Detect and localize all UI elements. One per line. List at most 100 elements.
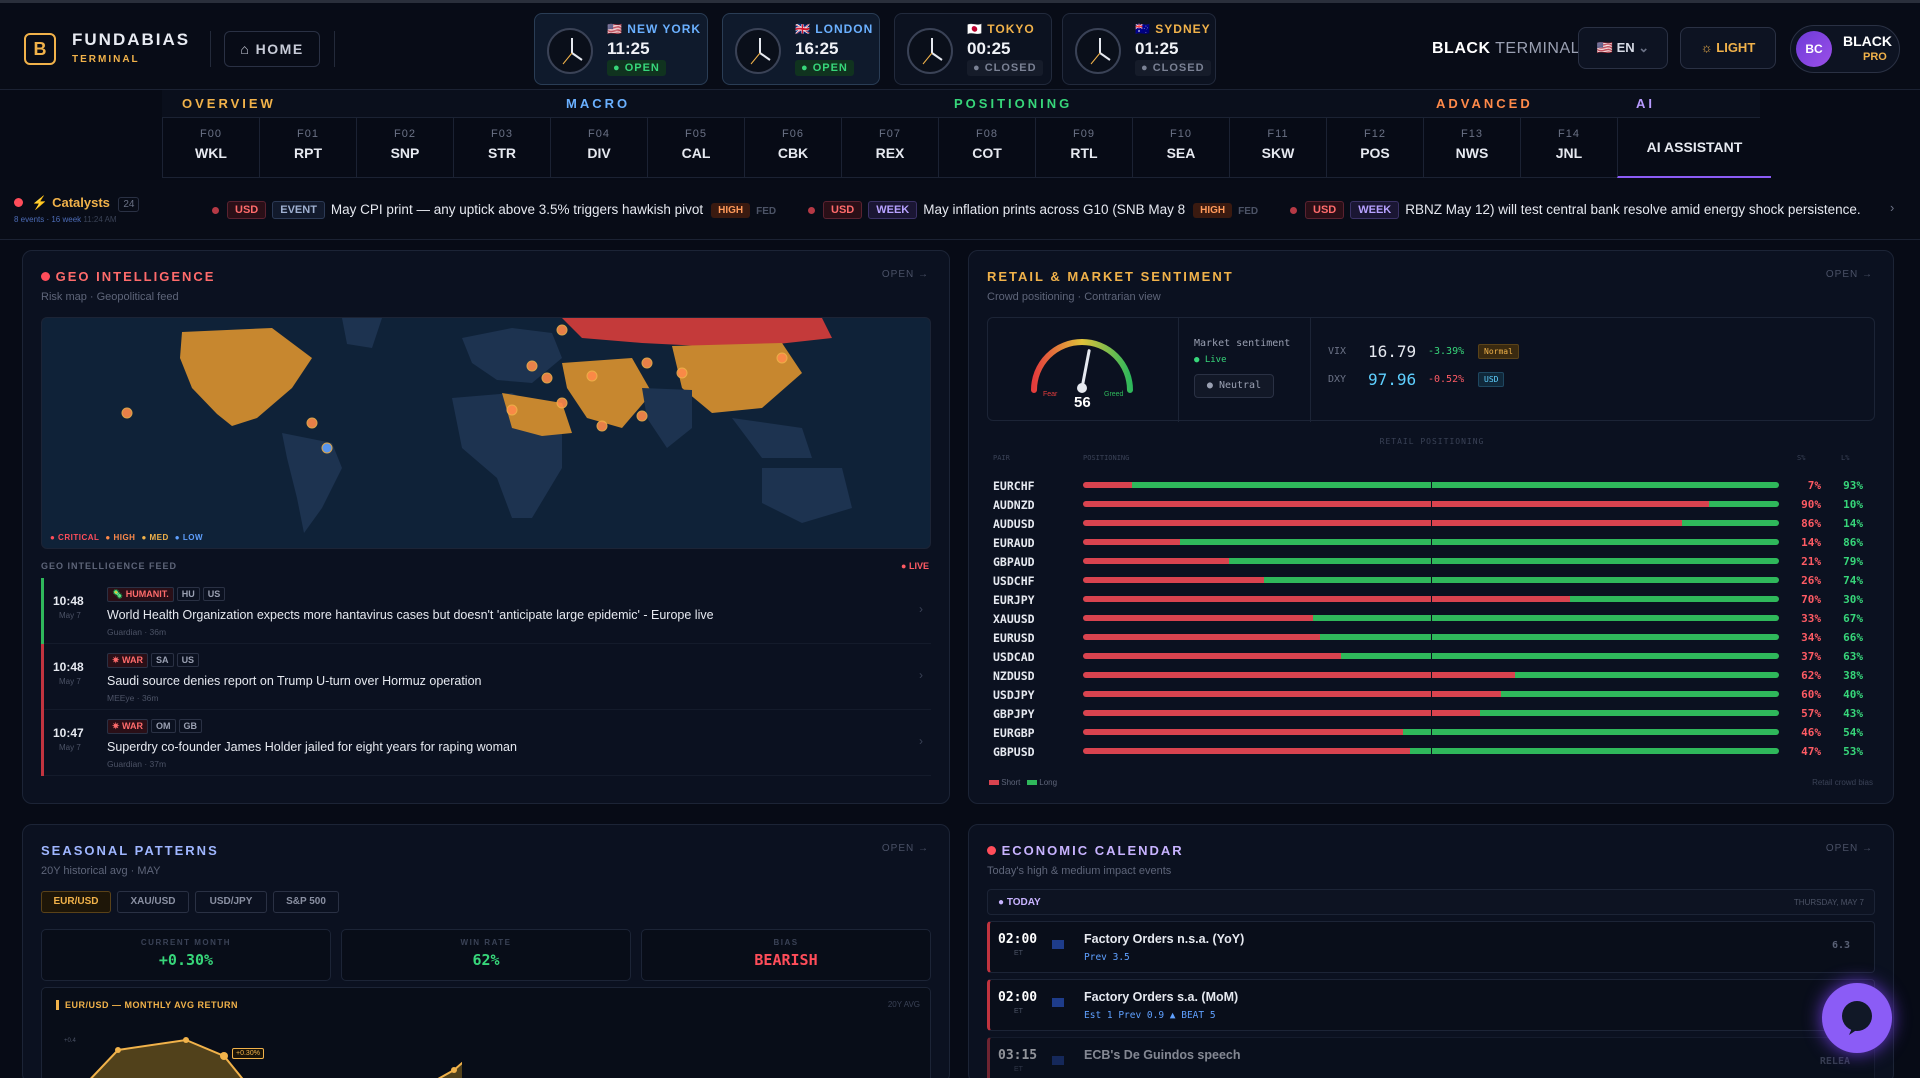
chat-button[interactable] <box>1822 983 1892 1053</box>
positioning-row[interactable]: USDJPY 60% 40% <box>993 685 1867 703</box>
risk-marker[interactable] <box>676 367 688 379</box>
risk-marker[interactable] <box>776 352 788 364</box>
catalysts-header[interactable]: ⚡ Catalysts 24 8 events · 16 week 11:24 … <box>14 194 140 224</box>
feed-item[interactable]: 10:48 May 7 🦠 HUMANIT. HU US World Health Org… <box>41 578 931 644</box>
clock-city-name: NEW YORK <box>627 22 702 36</box>
tab-pos[interactable]: F12 POS <box>1326 118 1423 178</box>
tab-cot[interactable]: F08 COT <box>938 118 1035 178</box>
tab-cbk[interactable]: F06 CBK <box>744 118 841 178</box>
language-select[interactable]: 🇺🇸 EN ⌄ <box>1578 27 1668 69</box>
alert-dot-icon <box>987 846 996 855</box>
feed-tag: ✷ WAR <box>107 719 149 734</box>
tab-cal[interactable]: F05 CAL <box>647 118 744 178</box>
home-button[interactable]: ⌂ HOME <box>224 31 320 67</box>
risk-marker[interactable] <box>641 357 653 369</box>
chevron-right-icon: › <box>919 668 923 682</box>
positioning-row[interactable]: EURJPY 70% 30% <box>993 590 1867 608</box>
center-line <box>1431 748 1432 754</box>
feed-tag: ✷ WAR <box>107 653 149 668</box>
tab-nws[interactable]: F13 NWS <box>1423 118 1520 178</box>
world-risk-map[interactable]: ● CRITICAL ● HIGH ● MED ● LOW <box>41 317 931 549</box>
calendar-event[interactable]: 02:00 ET Factory Orders n.s.a. (YoY) Prev 3… <box>987 921 1875 973</box>
seasonal-tab[interactable]: USD/JPY <box>195 891 267 913</box>
event-title: Factory Orders n.s.a. (YoY) <box>1084 932 1245 946</box>
tab-rpt[interactable]: F01 RPT <box>259 118 356 178</box>
retail-positioning-title: RETAIL POSITIONING <box>1379 437 1485 446</box>
user-name: BLACK <box>1843 33 1892 49</box>
tab-snp[interactable]: F02 SNP <box>356 118 453 178</box>
tab-sea[interactable]: F10 SEA <box>1132 118 1229 178</box>
positioning-row[interactable]: EURAUD 14% 86% <box>993 533 1867 551</box>
positioning-row[interactable]: EURUSD 34% 66% <box>993 628 1867 646</box>
calendar-event[interactable]: 03:15 ET ECB's De Guindos speech RELEA <box>987 1037 1875 1078</box>
positioning-row[interactable]: GBPJPY 57% 43% <box>993 704 1867 722</box>
theme-toggle[interactable]: ☼ LIGHT <box>1680 27 1776 69</box>
risk-marker[interactable] <box>636 410 648 422</box>
risk-marker[interactable] <box>556 324 568 336</box>
tab-div[interactable]: F04 DIV <box>550 118 647 178</box>
catalyst-item[interactable]: USD EVENT May CPI print — any uptick above… <box>212 201 776 219</box>
risk-marker[interactable] <box>526 360 538 372</box>
positioning-row[interactable]: USDCHF 26% 74% <box>993 571 1867 589</box>
tab-key: F08 <box>976 128 998 140</box>
chevron-right-icon[interactable]: › <box>1890 200 1894 215</box>
short-fill <box>1083 653 1341 659</box>
tab-label: RPT <box>294 145 322 161</box>
catalyst-item[interactable]: USD WEEK May inflation prints across G10 (… <box>808 201 1258 219</box>
calendar-open-link[interactable]: OPEN → <box>1826 843 1873 854</box>
risk-marker[interactable] <box>596 420 608 432</box>
feed-item[interactable]: 10:48 May 7 ✷ WAR SA US Saudi source denies r… <box>41 644 931 710</box>
seasonal-tab[interactable]: EUR/USD <box>41 891 111 913</box>
positioning-row[interactable]: NZDUSD 62% 38% <box>993 666 1867 684</box>
clock-sydney[interactable]: 🇦🇺 SYDNEY 01:25 ● CLOSED <box>1062 13 1216 85</box>
tab-rex[interactable]: F07 REX <box>841 118 938 178</box>
tab-str[interactable]: F03 STR <box>453 118 550 178</box>
clock-tokyo[interactable]: 🇯🇵 TOKYO 00:25 ● CLOSED <box>894 13 1052 85</box>
positioning-row[interactable]: AUDUSD 86% 14% <box>993 514 1867 532</box>
positioning-row[interactable]: GBPUSD 47% 53% <box>993 742 1867 760</box>
positioning-bar <box>1083 558 1779 564</box>
positioning-row[interactable]: EURCHF 7% 93% <box>993 476 1867 494</box>
event-subtitle: Est 1 Prev 0.9 ▲ BEAT 5 <box>1084 1010 1216 1021</box>
positioning-row[interactable]: USDCAD 37% 63% <box>993 647 1867 665</box>
geo-open-link[interactable]: OPEN → <box>882 269 929 280</box>
short-fill <box>1083 634 1320 640</box>
long-swatch <box>1027 780 1038 785</box>
clock-london[interactable]: 🇬🇧 LONDON 16:25 ● OPEN <box>722 13 880 85</box>
tab-jnl[interactable]: F14 JNL <box>1520 118 1617 178</box>
legend-item: ● HIGH <box>105 533 136 542</box>
pair-label: GBPAUD <box>993 555 1035 569</box>
user-menu[interactable]: BC BLACK PRO <box>1790 25 1900 73</box>
seasonal-open-link[interactable]: OPEN → <box>882 843 929 854</box>
tab-rtl[interactable]: F09 RTL <box>1035 118 1132 178</box>
short-pct: 46% <box>1801 726 1821 739</box>
clock-new-york[interactable]: 🇺🇸 NEW YORK 11:25 ● OPEN <box>534 13 708 85</box>
divider <box>1310 318 1311 422</box>
positioning-row[interactable]: GBPAUD 21% 79% <box>993 552 1867 570</box>
risk-marker[interactable] <box>556 397 568 409</box>
seasonal-tab[interactable]: S&P 500 <box>273 891 339 913</box>
risk-marker[interactable] <box>121 407 133 419</box>
sentiment-open-link[interactable]: OPEN → <box>1826 269 1873 280</box>
calendar-event[interactable]: 02:00 ET Factory Orders s.a. (MoM) Est 1 Pr… <box>987 979 1875 1031</box>
market-sentiment-label: Market sentiment <box>1194 338 1291 349</box>
risk-marker[interactable] <box>306 417 318 429</box>
short-pct: 47% <box>1801 745 1821 758</box>
risk-marker[interactable] <box>321 442 333 454</box>
risk-marker[interactable] <box>541 372 553 384</box>
positioning-row[interactable]: AUDNZD 90% 10% <box>993 495 1867 513</box>
tab-ai-assistant[interactable]: AI ASSISTANT <box>1617 118 1771 178</box>
tab-skw[interactable]: F11 SKW <box>1229 118 1326 178</box>
positioning-row[interactable]: XAUUSD 33% 67% <box>993 609 1867 627</box>
feed-source: Guardian · 36m <box>107 627 167 637</box>
positioning-row[interactable]: EURGBP 46% 54% <box>993 723 1867 741</box>
pair-label: EURCHF <box>993 479 1035 493</box>
risk-marker[interactable] <box>586 370 598 382</box>
risk-marker[interactable] <box>506 404 518 416</box>
long-pct: 74% <box>1843 574 1863 587</box>
catalyst-item[interactable]: USD WEEK RBNZ May 12) will test central ba… <box>1290 201 1869 219</box>
seasonal-tab[interactable]: XAU/USD <box>117 891 189 913</box>
tab-wkl[interactable]: F00 WKL <box>162 118 259 178</box>
feed-item[interactable]: 10:47 May 7 ✷ WAR OM GB Superdry co-founder J… <box>41 710 931 776</box>
brand-logo[interactable]: B <box>24 33 56 65</box>
